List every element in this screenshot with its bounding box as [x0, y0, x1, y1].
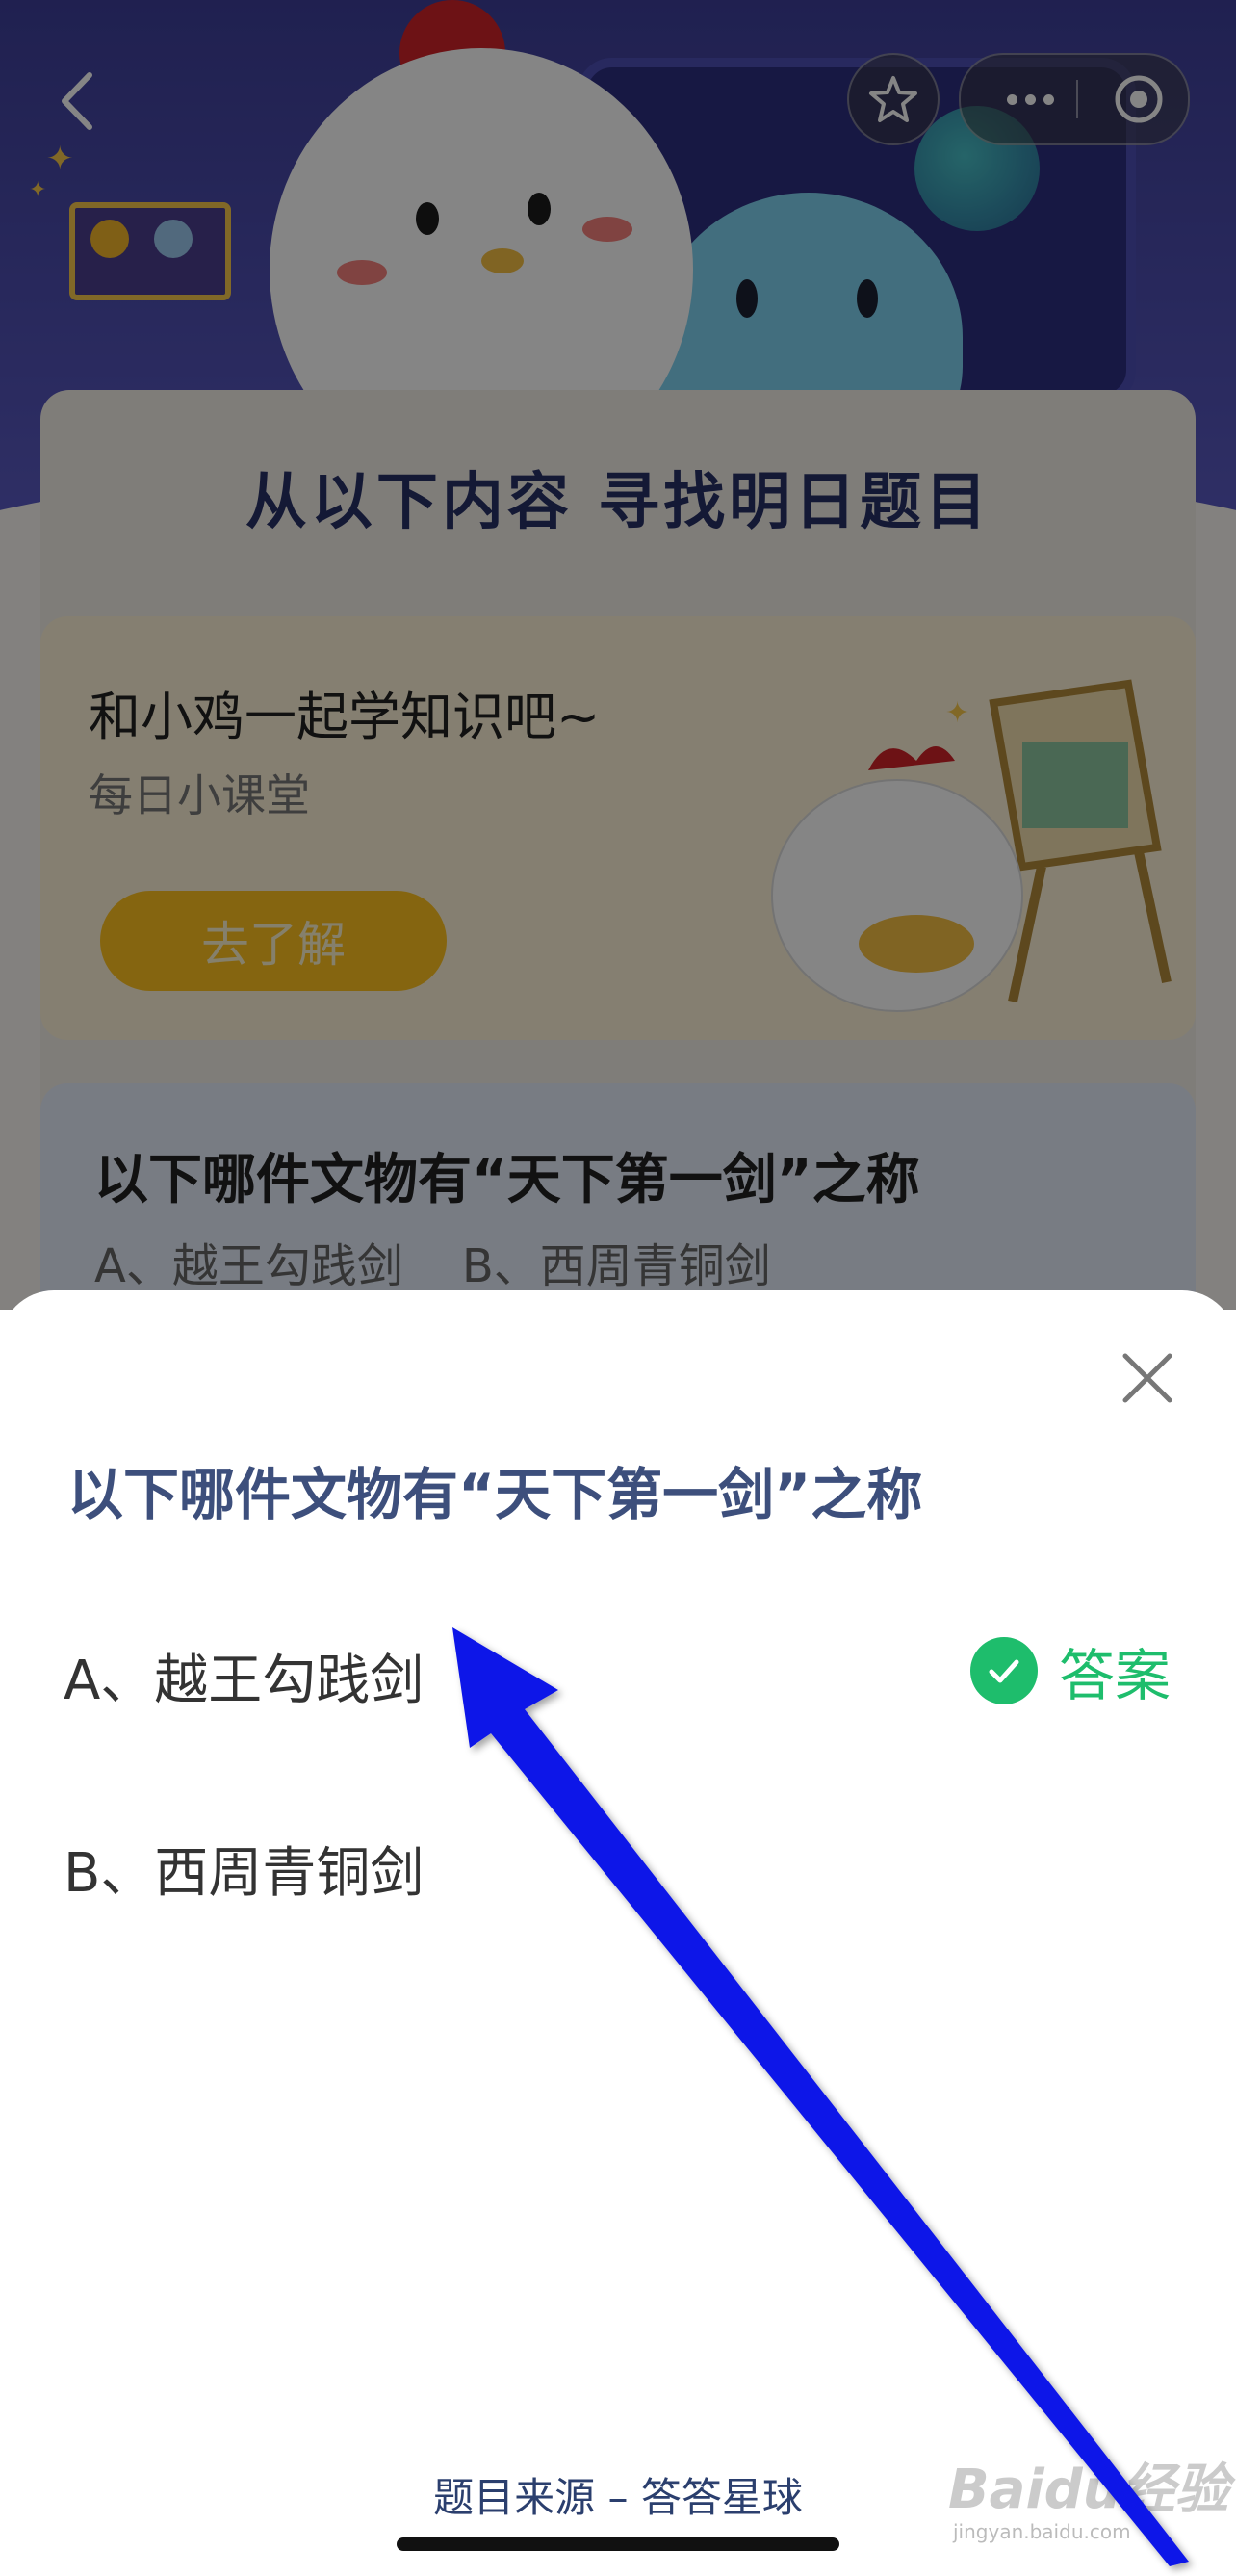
baidu-jingyan-watermark: Baidu经验: [948, 2459, 1229, 2521]
close-icon[interactable]: [1120, 1350, 1175, 1406]
answer-indicator: 答案: [970, 1637, 1171, 1708]
home-indicator[interactable]: [397, 2537, 839, 2551]
option-a[interactable]: A、越王勾践剑: [64, 1637, 424, 1715]
dim-overlay[interactable]: [0, 0, 1236, 1310]
option-b[interactable]: B、西周青铜剑: [64, 1830, 424, 1908]
answer-label: 答案: [1059, 1643, 1172, 1708]
watermark-url: jingyan.baidu.com: [953, 2520, 1131, 2543]
background-page: ✦ ✦ 从以下内容 寻找明日题目 和小鸡一起学知识吧~ 每日小课堂 去了解 ✦ …: [0, 0, 1236, 1310]
sheet-question: 以下哪件文物有“天下第一剑”之称: [67, 1462, 923, 1527]
check-circle-icon: [970, 1637, 1038, 1704]
